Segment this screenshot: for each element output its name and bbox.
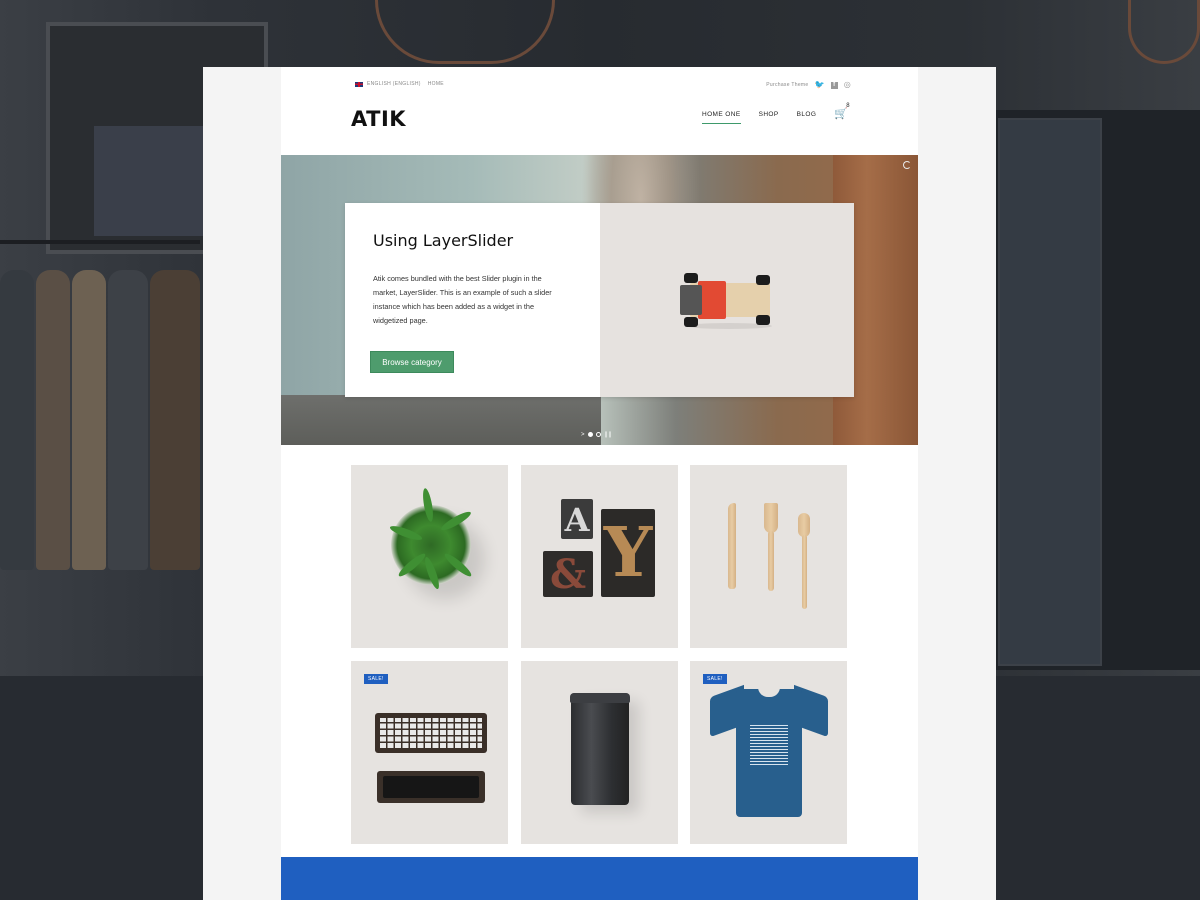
main-nav: HOME ONE SHOP BLOG 🛒 8 (702, 103, 850, 124)
slider-controls: > ❙❙ (581, 431, 613, 439)
website: English (English) Home Purchase Theme 🐦 … (281, 67, 918, 900)
wooden-fork-image (764, 503, 778, 533)
product-tile-can[interactable] (521, 661, 678, 844)
language-switcher[interactable]: English (English) Home (355, 81, 444, 87)
background-clothes-rail (0, 240, 200, 244)
hero-content-box: Using LayerSlider Atik comes bundled wit… (345, 203, 854, 397)
wooden-knife-image (728, 503, 736, 589)
hero-title: Using LayerSlider (373, 231, 514, 250)
background-coat (150, 270, 200, 570)
sale-badge: SALE! (364, 674, 388, 684)
background-coat (72, 270, 106, 570)
purchase-theme-link[interactable]: Purchase Theme (766, 82, 808, 88)
slider-dot-1[interactable] (587, 432, 593, 437)
nav-home-one[interactable]: HOME ONE (702, 111, 741, 124)
hero-slider: Using LayerSlider Atik comes bundled wit… (281, 155, 918, 445)
honey-dipper-image (798, 513, 810, 537)
product-tile-letters[interactable]: A Y & (521, 465, 678, 648)
slider-next-icon[interactable]: > (581, 432, 585, 438)
toy-car-image (680, 273, 775, 329)
hero-product-image (600, 203, 854, 397)
letter-block-ampersand: & (543, 551, 593, 598)
slider-pause-icon[interactable]: ❙❙ (604, 431, 613, 438)
browse-category-button[interactable]: Browse category (370, 351, 454, 373)
home-link[interactable]: Home (428, 81, 444, 87)
sale-badge: SALE! (703, 674, 727, 684)
tshirt-print (750, 723, 788, 765)
cart-icon[interactable]: 🛒 8 (834, 103, 849, 120)
loading-spinner-icon (903, 161, 911, 169)
letter-block-a: A (561, 499, 593, 539)
product-tile-keyboard[interactable]: SALE! (351, 661, 508, 844)
language-label[interactable]: English (English) (367, 81, 421, 87)
uk-flag-icon (355, 81, 363, 87)
facebook-icon[interactable]: f (830, 81, 838, 89)
keyboard-image (375, 713, 487, 753)
cart-count: 8 (846, 103, 850, 109)
letter-block-y: Y (601, 509, 655, 597)
nav-shop[interactable]: SHOP (759, 111, 779, 124)
product-tile-cutlery[interactable] (690, 465, 847, 648)
nav-blog[interactable]: BLOG (797, 111, 817, 124)
browser-card: English (English) Home Purchase Theme 🐦 … (203, 67, 996, 900)
product-tile-tshirt[interactable]: SALE! (690, 661, 847, 844)
topbar-right: Purchase Theme 🐦 f ◎ (766, 81, 851, 89)
background-mirror-glass (998, 118, 1102, 666)
background-coat (36, 270, 70, 570)
dribbble-icon[interactable]: ◎ (844, 81, 851, 89)
site-logo[interactable]: ATIK (351, 107, 406, 131)
background-coat (0, 270, 34, 570)
trackpad-image (377, 771, 485, 803)
product-tile-plant[interactable] (351, 465, 508, 648)
hero-description: Atik comes bundled with the best Slider … (373, 274, 552, 325)
slider-dot-2[interactable] (595, 432, 601, 437)
background-coat (108, 270, 148, 570)
tshirt-image (710, 684, 828, 817)
twitter-icon[interactable]: 🐦 (814, 81, 824, 89)
footer-banner (281, 857, 918, 900)
hero-background-bed (281, 395, 601, 445)
tin-can-image (570, 693, 630, 805)
topbar: English (English) Home Purchase Theme 🐦 … (355, 81, 851, 95)
